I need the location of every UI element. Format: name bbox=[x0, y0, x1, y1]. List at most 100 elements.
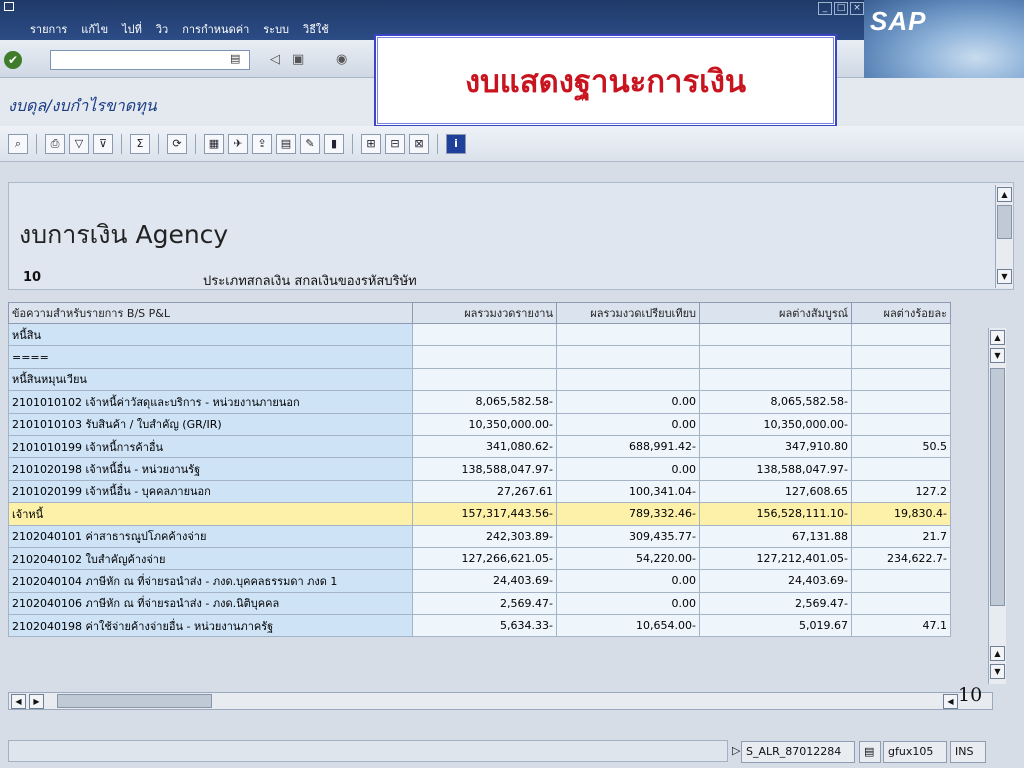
menu-item-list[interactable]: รายการ bbox=[30, 20, 67, 38]
cell-item-text[interactable]: 2101020198 เจ้าหนี้อื่น - หน่วยงานรัฐ bbox=[8, 457, 413, 481]
save-icon[interactable]: ▣ bbox=[292, 52, 304, 67]
scroll-left-icon[interactable]: ◀ bbox=[11, 694, 26, 709]
cell-absolute-difference[interactable]: 10,350,000.00- bbox=[699, 412, 852, 436]
cell-reporting-period[interactable]: 341,080.62- bbox=[412, 434, 557, 459]
cell-comparison-period[interactable]: 10,654.00- bbox=[556, 614, 700, 638]
cell-comparison-period[interactable] bbox=[556, 367, 700, 392]
cell-reporting-period[interactable]: 10,350,000.00- bbox=[412, 412, 557, 436]
menu-item-edit[interactable]: แก้ไข bbox=[81, 20, 108, 38]
table-row[interactable]: 2102040101 ค่าสาธารณูปโภคค้างจ่าย 242,303… bbox=[8, 524, 951, 548]
cell-item-text[interactable]: 2101020199 เจ้าหนี้อื่น - บุคคลภายนอก bbox=[8, 479, 413, 504]
refresh-icon[interactable]: ⟳ bbox=[167, 133, 187, 154]
cell-absolute-difference[interactable]: 127,608.65 bbox=[699, 479, 852, 504]
layout-icon[interactable]: ▦ bbox=[204, 133, 224, 154]
cell-absolute-difference[interactable]: 67,131.88 bbox=[699, 524, 852, 548]
cell-item-text[interactable]: หนี้สิน bbox=[8, 322, 413, 347]
cell-reporting-period[interactable]: 8,065,582.58- bbox=[412, 390, 557, 414]
cell-absolute-difference[interactable]: 24,403.69- bbox=[699, 569, 852, 593]
table-row[interactable]: 2102040106 ภาษีหัก ณ ที่จ่ายรอนำส่ง - ภง… bbox=[8, 591, 951, 616]
info-icon[interactable]: i bbox=[446, 133, 466, 154]
navigate-back-icon[interactable]: ◉ bbox=[336, 52, 347, 67]
scroll-right-icon[interactable]: ▶ bbox=[29, 694, 44, 709]
cell-percent-difference[interactable] bbox=[851, 569, 951, 593]
cell-comparison-period[interactable]: 309,435.77- bbox=[556, 524, 700, 548]
scroll-up-icon[interactable]: ▲ bbox=[990, 646, 1005, 661]
cell-comparison-period[interactable]: 54,220.00- bbox=[556, 546, 700, 571]
table-row[interactable]: 2101020198 เจ้าหนี้อื่น - หน่วยงานรัฐ 138… bbox=[8, 457, 951, 481]
cell-comparison-period[interactable]: 0.00 bbox=[556, 457, 700, 481]
table-row[interactable]: 2101010199 เจ้าหนี้การค้าอื่น 341,080.62-… bbox=[8, 434, 951, 459]
cell-item-text[interactable]: 2101010102 เจ้าหนี้ค่าวัสดุและบริการ - ห… bbox=[8, 390, 413, 414]
back-arrow-icon[interactable]: ◁ bbox=[270, 52, 280, 67]
cell-comparison-period[interactable]: 0.00 bbox=[556, 412, 700, 436]
column-header-absolute-difference[interactable]: ผลต่างสัมบูรณ์ bbox=[699, 302, 852, 324]
cell-comparison-period[interactable]: 0.00 bbox=[556, 591, 700, 616]
cell-absolute-difference[interactable]: 156,528,111.10- bbox=[699, 502, 852, 526]
cell-percent-difference[interactable] bbox=[851, 345, 951, 369]
cell-item-text[interactable]: 2102040106 ภาษีหัก ณ ที่จ่ายรอนำส่ง - ภง… bbox=[8, 591, 413, 616]
table-row[interactable]: เจ้าหนี้ 157,317,443.56- 789,332.46- 156,52… bbox=[8, 502, 951, 526]
graphic-icon[interactable]: ▮ bbox=[324, 133, 344, 154]
cell-item-text[interactable]: เจ้าหนี้ bbox=[8, 502, 413, 526]
cell-absolute-difference[interactable] bbox=[699, 322, 852, 347]
cell-comparison-period[interactable]: 100,341.04- bbox=[556, 479, 700, 504]
table-row[interactable]: หนี้สิน bbox=[8, 322, 951, 347]
menu-item-view[interactable]: วิว bbox=[156, 20, 168, 38]
filter-icon[interactable]: ▽ bbox=[69, 133, 89, 154]
table-row[interactable]: 2102040198 ค่าใช้จ่ายค้างจ่ายอื่น - หน่ว… bbox=[8, 614, 951, 638]
cell-item-text[interactable]: 2102040198 ค่าใช้จ่ายค้างจ่ายอื่น - หน่ว… bbox=[8, 614, 413, 638]
cell-percent-difference[interactable]: 234,622.7- bbox=[851, 546, 951, 571]
command-field[interactable] bbox=[50, 50, 250, 70]
cell-percent-difference[interactable]: 19,830.4- bbox=[851, 502, 951, 526]
column-header-percent-difference[interactable]: ผลต่างร้อยละ bbox=[851, 302, 951, 324]
close-icon[interactable]: × bbox=[850, 2, 864, 15]
cell-percent-difference[interactable] bbox=[851, 591, 951, 616]
cell-percent-difference[interactable] bbox=[851, 457, 951, 481]
column-header-reporting-period[interactable]: ผลรวมงวดรายงาน bbox=[412, 302, 557, 324]
cell-absolute-difference[interactable]: 8,065,582.58- bbox=[699, 390, 852, 414]
cell-reporting-period[interactable]: 5,634.33- bbox=[412, 614, 557, 638]
cell-absolute-difference[interactable]: 127,212,401.05- bbox=[699, 546, 852, 571]
command-history-icon[interactable]: ▤ bbox=[230, 52, 240, 65]
cell-item-text[interactable]: 2101010199 เจ้าหนี้การค้าอื่น bbox=[8, 434, 413, 459]
cell-percent-difference[interactable] bbox=[851, 322, 951, 347]
table-scrollbar[interactable]: ▲ ▼ ▲ ▼ bbox=[988, 328, 1006, 684]
cell-percent-difference[interactable]: 21.7 bbox=[851, 524, 951, 548]
minimize-icon[interactable]: _ bbox=[818, 2, 832, 15]
cell-reporting-period[interactable] bbox=[412, 322, 557, 347]
menu-item-settings[interactable]: การกำหนดค่า bbox=[182, 20, 249, 38]
cell-percent-difference[interactable] bbox=[851, 367, 951, 392]
cell-absolute-difference[interactable]: 138,588,047.97- bbox=[699, 457, 852, 481]
cell-reporting-period[interactable]: 242,303.89- bbox=[412, 524, 557, 548]
cell-percent-difference[interactable] bbox=[851, 390, 951, 414]
cell-absolute-difference[interactable] bbox=[699, 367, 852, 392]
cell-percent-difference[interactable]: 127.2 bbox=[851, 479, 951, 504]
table-row[interactable]: 2101020199 เจ้าหนี้อื่น - บุคคลภายนอก 27,… bbox=[8, 479, 951, 504]
hierarchy-icon[interactable]: ⊠ bbox=[409, 133, 429, 154]
cell-reporting-period[interactable]: 24,403.69- bbox=[412, 569, 557, 593]
cell-reporting-period[interactable]: 157,317,443.56- bbox=[412, 502, 557, 526]
cell-reporting-period[interactable]: 127,266,621.05- bbox=[412, 546, 557, 571]
cell-reporting-period[interactable]: 27,267.61 bbox=[412, 479, 557, 504]
column-header-comparison-period[interactable]: ผลรวมงวดเปรียบเทียบ bbox=[556, 302, 700, 324]
column-header-item-text[interactable]: ข้อความสำหรับรายการ B/S P&L bbox=[8, 302, 413, 324]
cell-item-text[interactable]: ==== bbox=[8, 345, 413, 369]
set-filter-icon[interactable]: ⊽ bbox=[93, 133, 113, 154]
scroll-thumb[interactable] bbox=[57, 694, 212, 708]
sum-icon[interactable]: Σ bbox=[130, 133, 150, 154]
scroll-up-icon[interactable]: ▲ bbox=[990, 330, 1005, 345]
cell-reporting-period[interactable]: 138,588,047.97- bbox=[412, 457, 557, 481]
scroll-down-icon[interactable]: ▼ bbox=[990, 348, 1005, 363]
cell-absolute-difference[interactable]: 347,910.80 bbox=[699, 434, 852, 459]
window-menu-icon[interactable] bbox=[4, 2, 14, 11]
spreadsheet-icon[interactable]: ▤ bbox=[276, 133, 296, 154]
cell-percent-difference[interactable] bbox=[851, 412, 951, 436]
cell-item-text[interactable]: 2102040104 ภาษีหัก ณ ที่จ่ายรอนำส่ง - ภง… bbox=[8, 569, 413, 593]
column-icon[interactable]: ⊟ bbox=[385, 133, 405, 154]
maximize-icon[interactable]: □ bbox=[834, 2, 848, 15]
table-row[interactable]: หนี้สินหมุนเวียน bbox=[8, 367, 951, 392]
cell-percent-difference[interactable]: 50.5 bbox=[851, 434, 951, 459]
cell-item-text[interactable]: 2102040102 ใบสำคัญค้างจ่าย bbox=[8, 546, 413, 571]
menu-item-goto[interactable]: ไปที่ bbox=[122, 20, 142, 38]
cell-absolute-difference[interactable]: 5,019.67 bbox=[699, 614, 852, 638]
